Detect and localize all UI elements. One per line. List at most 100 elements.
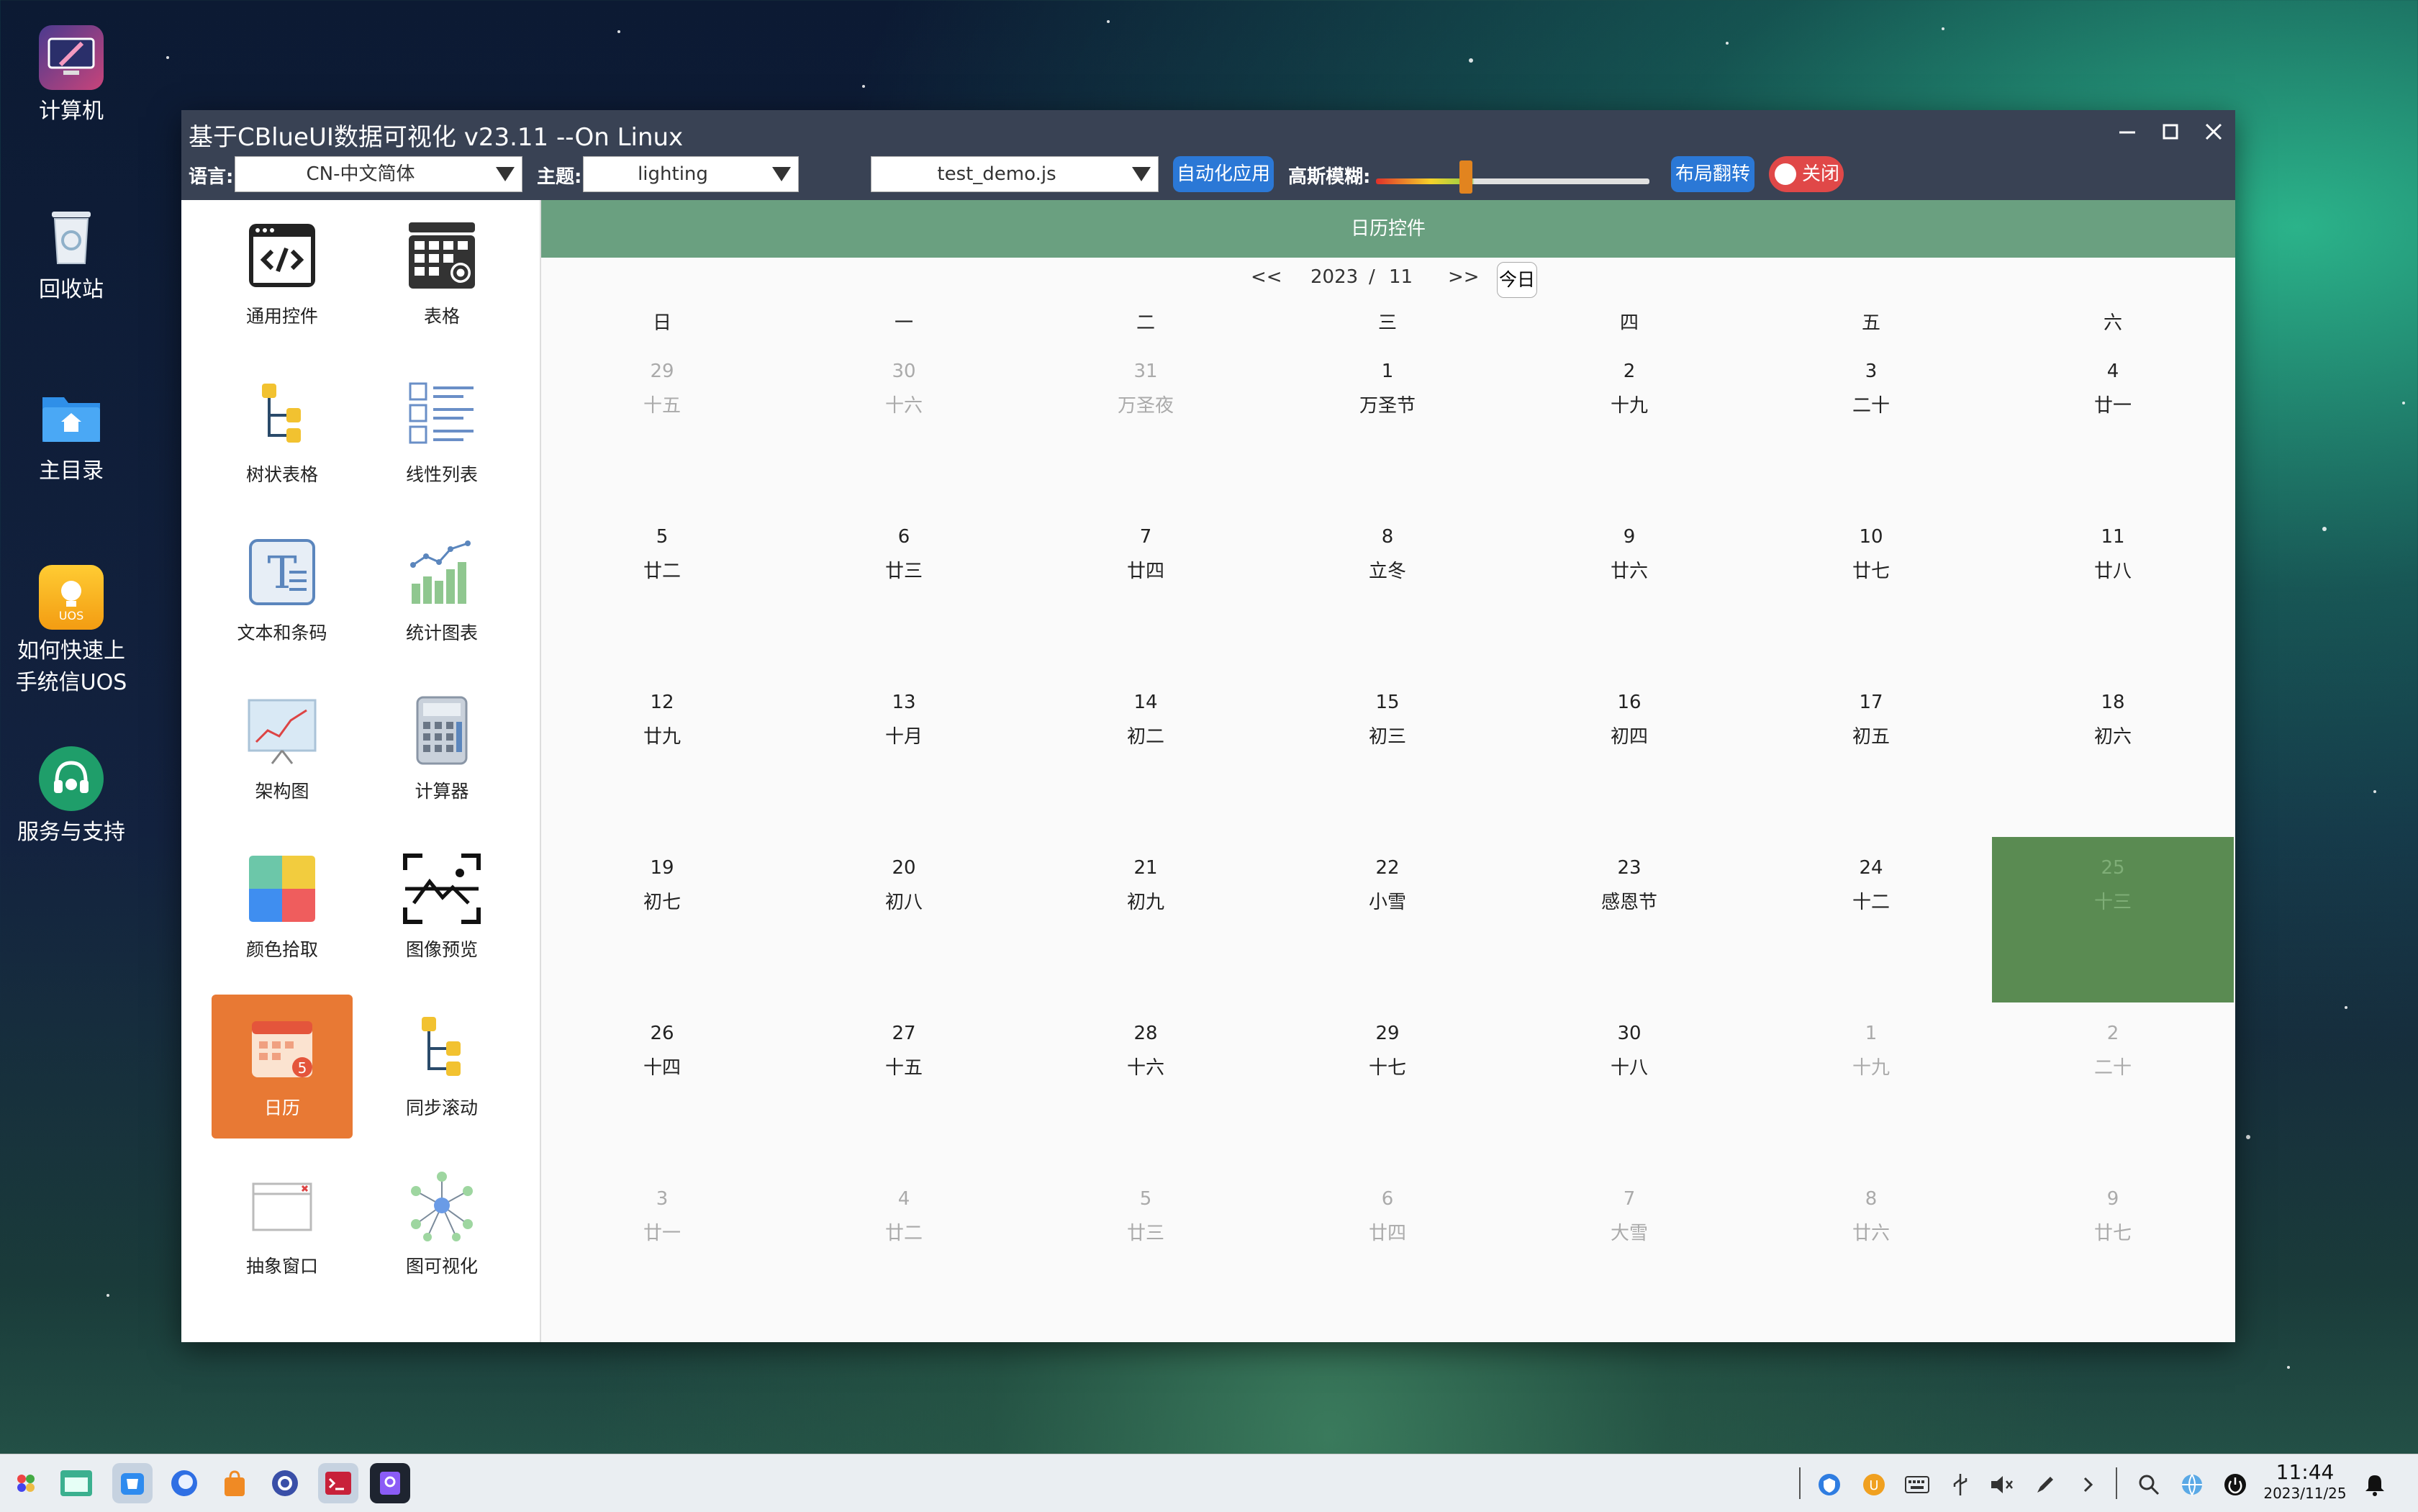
calendar-day-selected[interactable]: 25 十三 <box>1992 837 2234 1002</box>
calendar-day[interactable]: 1 万圣节 <box>1267 340 1508 506</box>
sidebar-item-image-preview[interactable]: 图像预览 <box>371 836 512 980</box>
sidebar-item-general-controls[interactable]: 通用控件 <box>212 203 353 347</box>
calendar-day[interactable]: 7 大雪 <box>1508 1168 1750 1334</box>
blur-slider[interactable] <box>1376 178 1649 184</box>
theme-select[interactable]: lighting <box>583 156 799 192</box>
desktop-icon-label: 服务与支持 <box>17 820 125 845</box>
month-value[interactable]: 11 <box>1389 266 1413 288</box>
calendar-day[interactable]: 2 二十 <box>1992 1002 2234 1168</box>
flip-layout-button[interactable]: 布局翻转 <box>1671 156 1754 192</box>
calendar-day[interactable]: 21 初九 <box>1025 837 1267 1002</box>
sidebar-item-calendar[interactable]: 5 日历 <box>212 995 353 1138</box>
desktop-icon-support[interactable]: 服务与支持 <box>10 746 132 848</box>
calendar-day[interactable]: 3 二十 <box>1750 340 1992 506</box>
calendar-day[interactable]: 23 感恩节 <box>1508 837 1750 1002</box>
sidebar-item-calculator[interactable]: 计算器 <box>371 678 512 822</box>
power-icon[interactable] <box>2221 1470 2250 1499</box>
linear-list-icon <box>402 374 481 453</box>
sidebar-item-color-picker[interactable]: 颜色拾取 <box>212 836 353 980</box>
calendar-day[interactable]: 2 十九 <box>1508 340 1750 506</box>
desktop-icon-trash[interactable]: 回收站 <box>10 204 132 306</box>
next-month-button[interactable]: >> <box>1448 266 1480 288</box>
sidebar-item-table[interactable]: 表格 <box>371 203 512 347</box>
calendar-day[interactable]: 22 小雪 <box>1267 837 1508 1002</box>
calendar-day[interactable]: 27 十五 <box>783 1002 1025 1168</box>
tray-shield-icon[interactable] <box>1815 1470 1844 1499</box>
maximize-button[interactable] <box>2153 117 2188 152</box>
tray-pen-icon[interactable] <box>2031 1470 2060 1499</box>
sidebar-item-graph-visualization[interactable]: 图可视化 <box>371 1153 512 1297</box>
calendar-day[interactable]: 5 廿三 <box>1025 1168 1267 1334</box>
auto-apply-button[interactable]: 自动化应用 <box>1173 156 1274 192</box>
calendar-day[interactable]: 5 廿二 <box>541 506 783 671</box>
taskbar-app-shop[interactable] <box>214 1463 255 1503</box>
calendar-day[interactable]: 29 十七 <box>1267 1002 1508 1168</box>
year-value[interactable]: 2023 <box>1310 266 1358 288</box>
search-icon[interactable] <box>2134 1470 2163 1499</box>
calendar-day[interactable]: 26 十四 <box>541 1002 783 1168</box>
calendar-day[interactable]: 9 廿七 <box>1992 1168 2234 1334</box>
calendar-day[interactable]: 30 十八 <box>1508 1002 1750 1168</box>
tray-usb-icon[interactable] <box>1946 1470 1975 1499</box>
network-globe-icon[interactable] <box>2178 1470 2206 1499</box>
script-select[interactable]: test_demo.js <box>871 156 1159 192</box>
language-select[interactable]: CN-中文简体 <box>235 156 522 192</box>
day-number: 2 <box>1623 361 1636 382</box>
minimize-button[interactable] <box>2110 117 2145 152</box>
taskbar-app-browser[interactable] <box>164 1463 204 1503</box>
tray-expand-icon[interactable] <box>2074 1470 2103 1499</box>
calendar-day[interactable]: 9 廿六 <box>1508 506 1750 671</box>
sidebar-item-statistics-chart[interactable]: 统计图表 <box>371 520 512 664</box>
sidebar-item-text-barcode[interactable]: T 文本和条码 <box>212 520 353 664</box>
sidebar-item-abstract-window[interactable]: 抽象窗口 <box>212 1153 353 1297</box>
calendar-day[interactable]: 28 十六 <box>1025 1002 1267 1168</box>
close-button[interactable] <box>2196 117 2231 152</box>
sidebar-item-sync-scroll[interactable]: 同步滚动 <box>371 995 512 1138</box>
calendar-day[interactable]: 31 万圣夜 <box>1025 340 1267 506</box>
close-toggle[interactable]: 关闭 <box>1769 156 1844 192</box>
tray-input-method-icon[interactable]: U <box>1860 1470 1888 1499</box>
taskbar-app-files[interactable] <box>56 1463 96 1503</box>
blur-slider-thumb[interactable] <box>1459 160 1473 194</box>
taskbar-app-viewer[interactable] <box>370 1463 410 1503</box>
desktop-icon-home[interactable]: 主目录 <box>10 385 132 487</box>
calendar-day[interactable]: 10 廿七 <box>1750 506 1992 671</box>
calendar-day[interactable]: 4 廿二 <box>783 1168 1025 1334</box>
calendar-day[interactable]: 13 十月 <box>783 671 1025 837</box>
notification-bell-icon[interactable] <box>2360 1470 2389 1499</box>
system-clock[interactable]: 11:44 2023/11/25 <box>2260 1460 2350 1502</box>
tray-volume-muted-icon[interactable] <box>1988 1470 2016 1499</box>
prev-month-button[interactable]: << <box>1251 266 1282 288</box>
calendar-day[interactable]: 4 廿一 <box>1992 340 2234 506</box>
calendar-day[interactable]: 6 廿四 <box>1267 1168 1508 1334</box>
taskbar-app-store[interactable] <box>112 1463 153 1503</box>
calendar-day[interactable]: 15 初三 <box>1267 671 1508 837</box>
calendar-day[interactable]: 20 初八 <box>783 837 1025 1002</box>
calendar-day[interactable]: 6 廿三 <box>783 506 1025 671</box>
sidebar-item-linear-list[interactable]: 线性列表 <box>371 361 512 505</box>
calendar-day[interactable]: 29 十五 <box>541 340 783 506</box>
tray-keyboard-icon[interactable] <box>1903 1470 1932 1499</box>
sidebar-item-architecture-chart[interactable]: 架构图 <box>212 678 353 822</box>
calendar-day[interactable]: 24 十二 <box>1750 837 1992 1002</box>
calendar-day[interactable]: 8 廿六 <box>1750 1168 1992 1334</box>
launcher-button[interactable] <box>6 1463 46 1503</box>
calendar-day[interactable]: 17 初五 <box>1750 671 1992 837</box>
calendar-day[interactable]: 8 立冬 <box>1267 506 1508 671</box>
calendar-day[interactable]: 30 十六 <box>783 340 1025 506</box>
calendar-day[interactable]: 12 廿九 <box>541 671 783 837</box>
calendar-day[interactable]: 19 初七 <box>541 837 783 1002</box>
taskbar-app-settings[interactable] <box>265 1463 305 1503</box>
calendar-day[interactable]: 1 十九 <box>1750 1002 1992 1168</box>
desktop-icon-computer[interactable]: 计算机 <box>10 25 132 127</box>
calendar-day[interactable]: 14 初二 <box>1025 671 1267 837</box>
desktop-icon-uos-guide[interactable]: UOS 如何快速上手统信UOS <box>10 565 132 699</box>
calendar-day[interactable]: 3 廿一 <box>541 1168 783 1334</box>
calendar-day[interactable]: 18 初六 <box>1992 671 2234 837</box>
calendar-day[interactable]: 16 初四 <box>1508 671 1750 837</box>
calendar-day[interactable]: 11 廿八 <box>1992 506 2234 671</box>
today-button[interactable]: 今日 <box>1497 262 1537 298</box>
calendar-day[interactable]: 7 廿四 <box>1025 506 1267 671</box>
taskbar-app-terminal[interactable] <box>318 1463 358 1503</box>
sidebar-item-tree-table[interactable]: 树状表格 <box>212 361 353 505</box>
